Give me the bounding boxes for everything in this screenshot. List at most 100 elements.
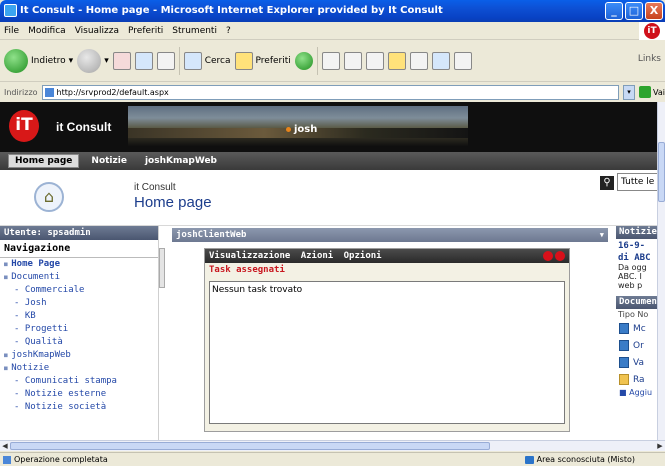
document-item[interactable]: Ra bbox=[616, 371, 657, 388]
sidebar-item[interactable]: Progetti bbox=[0, 323, 158, 336]
news-title-line-1[interactable]: 16-9- bbox=[616, 239, 657, 251]
document-item[interactable]: Mc bbox=[616, 320, 657, 337]
document-label: Ra bbox=[633, 374, 645, 385]
history-icon[interactable] bbox=[294, 51, 313, 70]
toolbar: Indietro ▾ ▾ Cerca Preferiti Links bbox=[0, 40, 665, 82]
page-title: Home page bbox=[134, 194, 212, 211]
document-icon bbox=[619, 357, 629, 368]
task-panel: Visualizzazione Azioni Opzioni Task asse… bbox=[204, 248, 570, 432]
minimize-button[interactable]: _ bbox=[605, 2, 623, 20]
document-item[interactable]: Or bbox=[616, 337, 657, 354]
address-dropdown-icon[interactable]: ▾ bbox=[623, 84, 635, 100]
documents-columns: Tipo No bbox=[618, 310, 649, 319]
close-button[interactable]: X bbox=[645, 2, 663, 20]
menu-modifica[interactable]: Modifica bbox=[28, 22, 66, 39]
security-zone: Area sconosciuta (Misto) bbox=[523, 453, 635, 466]
sidebar-item[interactable]: Qualità bbox=[0, 336, 158, 349]
tab-notizie[interactable]: Notizie bbox=[85, 155, 133, 167]
horizontal-scrollbar[interactable]: ◀ ▶ bbox=[0, 440, 665, 451]
maximize-button[interactable]: □ bbox=[625, 2, 643, 20]
scroll-left-icon[interactable]: ◀ bbox=[0, 441, 10, 451]
sidebar-item[interactable]: Josh bbox=[0, 297, 158, 310]
navigation-heading: Navigazione bbox=[0, 240, 158, 258]
search-label: Cerca bbox=[204, 55, 231, 66]
go-label: Vai bbox=[653, 87, 665, 97]
sidebar-item[interactable]: Notizie bbox=[0, 362, 158, 375]
back-button[interactable]: Indietro ▾ bbox=[4, 48, 74, 73]
favorites-button[interactable]: Preferiti bbox=[234, 51, 291, 70]
close-circle-icon[interactable] bbox=[555, 251, 565, 261]
vertical-scroll-thumb[interactable] bbox=[658, 142, 665, 202]
task-menu-bar: Visualizzazione Azioni Opzioni bbox=[205, 249, 569, 263]
sidebar-item[interactable]: Comunicati stampa bbox=[0, 375, 158, 388]
collapse-handle[interactable] bbox=[159, 248, 165, 288]
document-icon bbox=[619, 340, 629, 351]
stop-icon[interactable] bbox=[112, 51, 131, 70]
news-text-line: Da ogg bbox=[618, 263, 647, 272]
document-item[interactable]: Va bbox=[616, 354, 657, 371]
sidebar-item[interactable]: joshKmapWeb bbox=[0, 349, 158, 362]
menu-visualizzazione[interactable]: Visualizzazione bbox=[209, 251, 290, 261]
add-document-link[interactable]: ■ Aggiu bbox=[616, 388, 657, 397]
messenger-icon[interactable] bbox=[453, 51, 472, 70]
right-column: Notizie 16-9- di ABC Da ogg ABC. I web p… bbox=[616, 226, 657, 440]
folder-icon[interactable] bbox=[387, 51, 406, 70]
menu-strumenti[interactable]: Strumenti bbox=[172, 22, 217, 39]
toolbar-separator bbox=[178, 46, 180, 75]
scroll-right-icon[interactable]: ▶ bbox=[655, 441, 665, 451]
sidebar-item[interactable]: Notizie esterne bbox=[0, 388, 158, 401]
menu-opzioni[interactable]: Opzioni bbox=[344, 251, 382, 261]
menu-visualizza[interactable]: Visualizza bbox=[75, 22, 119, 39]
page-icon[interactable] bbox=[409, 51, 428, 70]
home-icon[interactable] bbox=[156, 51, 175, 70]
minus-icon[interactable] bbox=[543, 251, 553, 261]
refresh-icon[interactable] bbox=[134, 51, 153, 70]
sidebar-item[interactable]: KB bbox=[0, 310, 158, 323]
tab-home-page[interactable]: Home page bbox=[8, 154, 80, 168]
address-bar: Indirizzo http://srvprod2/default.aspx ▾… bbox=[0, 83, 665, 101]
back-label: Indietro bbox=[31, 55, 66, 66]
vertical-scrollbar[interactable] bbox=[657, 102, 665, 440]
sidebar-item[interactable]: Home Page bbox=[0, 258, 158, 271]
current-user[interactable]: josh bbox=[294, 124, 317, 135]
sidebar-item[interactable]: Commerciale bbox=[0, 284, 158, 297]
print-icon[interactable] bbox=[343, 51, 362, 70]
page-header: ⌂ it Consult Home page ⚲ Tutte le origin… bbox=[0, 170, 657, 226]
forward-button[interactable]: ▾ bbox=[77, 48, 109, 73]
task-list: Nessun task trovato bbox=[209, 281, 565, 424]
status-bar: Operazione completata Area sconosciuta (… bbox=[0, 452, 665, 466]
tasks-heading: Task assegnati bbox=[209, 265, 285, 275]
mail-icon[interactable] bbox=[321, 51, 340, 70]
webpart-menu-icon[interactable]: ▼ bbox=[600, 228, 604, 242]
links-label[interactable]: Links bbox=[638, 54, 661, 64]
forward-arrow-icon bbox=[77, 48, 102, 73]
navigation-list: Home PageDocumentiCommercialeJoshKBProge… bbox=[0, 258, 158, 414]
edit-icon[interactable] bbox=[365, 51, 384, 70]
ie-icon bbox=[4, 4, 17, 17]
empty-message: Nessun task trovato bbox=[212, 285, 303, 295]
it-consult-logo[interactable]: iT bbox=[9, 110, 39, 142]
go-arrow-icon bbox=[639, 86, 651, 98]
document-label: Mc bbox=[633, 323, 646, 334]
search-button[interactable]: Cerca bbox=[183, 51, 231, 70]
search-scope-select[interactable]: Tutte le origini bbox=[617, 173, 657, 191]
address-input[interactable]: http://srvprod2/default.aspx bbox=[41, 84, 619, 100]
user-bar: Utente: spsadmin bbox=[0, 226, 158, 240]
folder-icon bbox=[619, 374, 629, 385]
page-icon bbox=[3, 456, 11, 464]
horizontal-scroll-thumb[interactable] bbox=[10, 442, 490, 450]
star-icon bbox=[234, 51, 253, 70]
search-icon[interactable]: ⚲ bbox=[600, 176, 614, 190]
sidebar-item[interactable]: Notizie società bbox=[0, 401, 158, 414]
sidebar-item[interactable]: Documenti bbox=[0, 271, 158, 284]
menu-preferiti[interactable]: Preferiti bbox=[128, 22, 163, 39]
menu-azioni[interactable]: Azioni bbox=[301, 251, 334, 261]
news-title-line-2[interactable]: di ABC bbox=[616, 251, 657, 263]
menu-file[interactable]: File bbox=[4, 22, 19, 39]
site-name[interactable]: it Consult bbox=[134, 182, 176, 193]
research-icon[interactable] bbox=[431, 51, 450, 70]
tab-joshkmapweb[interactable]: joshKmapWeb bbox=[139, 155, 223, 167]
go-button[interactable]: Vai bbox=[639, 85, 665, 100]
back-dropdown-icon: ▾ bbox=[68, 55, 74, 66]
menu-help[interactable]: ? bbox=[226, 22, 231, 39]
